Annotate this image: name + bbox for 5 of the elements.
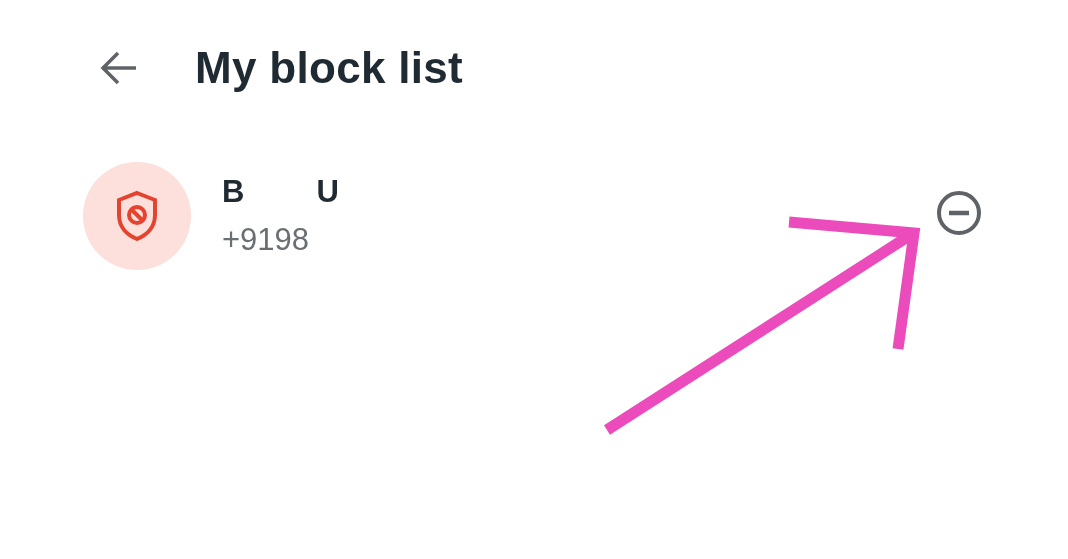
contact-name: B — [222, 174, 245, 210]
contact-name: U — [316, 174, 339, 210]
unblock-button[interactable] — [935, 189, 983, 237]
page-title: My block list — [195, 43, 463, 93]
phone-number: +9198 — [222, 222, 311, 258]
